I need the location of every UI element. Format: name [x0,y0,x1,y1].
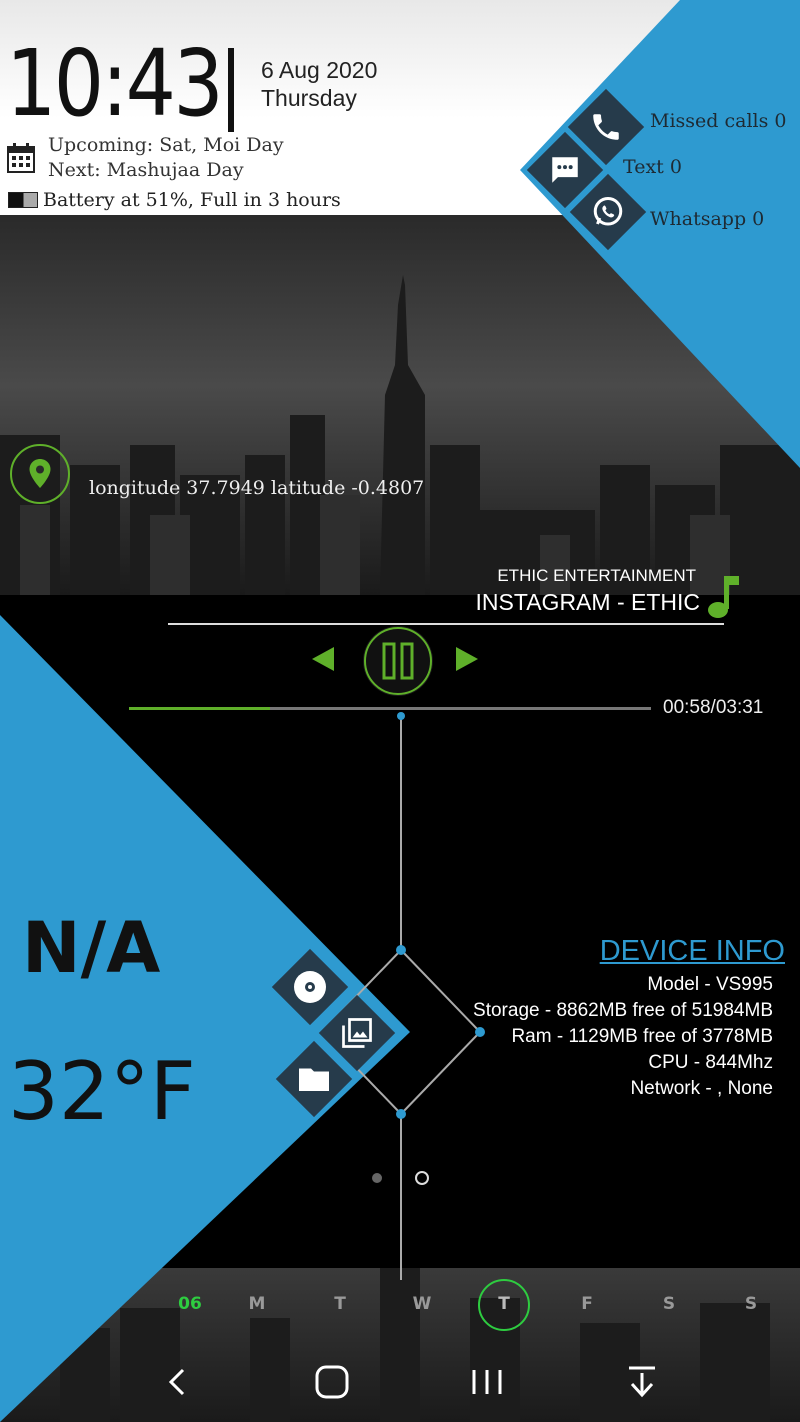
message-icon[interactable] [545,150,585,190]
device-info-title[interactable]: DEVICE INFO [600,935,785,968]
weekday-fri: F [581,1294,593,1314]
battery-icon [8,192,38,208]
whatsapp-icon[interactable] [588,192,628,232]
calendar-icon[interactable] [7,143,35,173]
location-pin-icon [29,459,51,488]
location-button[interactable] [10,444,70,504]
location-coordinates: longitude 37.7949 latitude -0.4807 [89,477,425,499]
page-indicator [372,1170,432,1186]
music-note-icon [706,574,740,620]
device-model: Model - VS995 [647,974,773,995]
next-event: Next: Mashujaa Day [48,159,244,181]
clock-date: 6 Aug 2020 Thursday [261,56,377,112]
music-title: INSTAGRAM - ETHIC [475,589,700,615]
date-text: 6 Aug 2020 [261,57,378,83]
weekday-sat: S [662,1294,676,1314]
device-storage: Storage - 8862MB free of 51984MB [473,1000,773,1021]
device-network: Network - , None [630,1078,773,1099]
disc-icon[interactable] [290,967,330,1007]
weekday-strip: 06 M T W T F S S [148,1286,798,1326]
gallery-icon[interactable] [337,1013,377,1053]
page-dot-2 [415,1171,429,1185]
battery-status: Battery at 51%, Full in 3 hours [43,189,341,211]
next-track-button[interactable] [452,644,482,674]
weekday-sun: S [744,1294,758,1314]
phone-icon[interactable] [586,107,626,147]
missed-calls-label: Missed calls 0 [650,110,787,132]
upcoming-event: Upcoming: Sat, Moi Day [48,134,284,156]
page-dot-1 [372,1173,382,1183]
recents-button[interactable] [465,1360,509,1404]
device-ram: Ram - 1129MB free of 3778MB [511,1026,773,1047]
weekday-thu: T [498,1294,510,1314]
device-cpu: CPU - 844Mhz [648,1052,773,1073]
weekday-text: Thursday [261,85,357,111]
clock-divider [228,48,234,132]
folder-icon[interactable] [294,1059,334,1099]
text-count-label: Text 0 [623,156,682,178]
weather-condition: N/A [22,907,161,989]
clock-time: 10:43 [6,30,224,137]
weekday-mon: M [248,1294,266,1314]
music-artist: ETHIC ENTERTAINMENT [497,566,696,585]
back-button[interactable] [156,1360,200,1404]
weather-temperature: 32°F [8,1045,196,1138]
home-button[interactable] [310,1360,354,1404]
holiday-events: Upcoming: Sat, Moi Day Next: Mashujaa Da… [48,133,284,183]
whatsapp-count-label: Whatsapp 0 [650,208,765,230]
day-number: 06 [178,1294,202,1314]
notification-pulldown-button[interactable] [620,1360,664,1404]
weekday-tue: T [334,1294,346,1314]
weekday-wed: W [412,1294,432,1314]
